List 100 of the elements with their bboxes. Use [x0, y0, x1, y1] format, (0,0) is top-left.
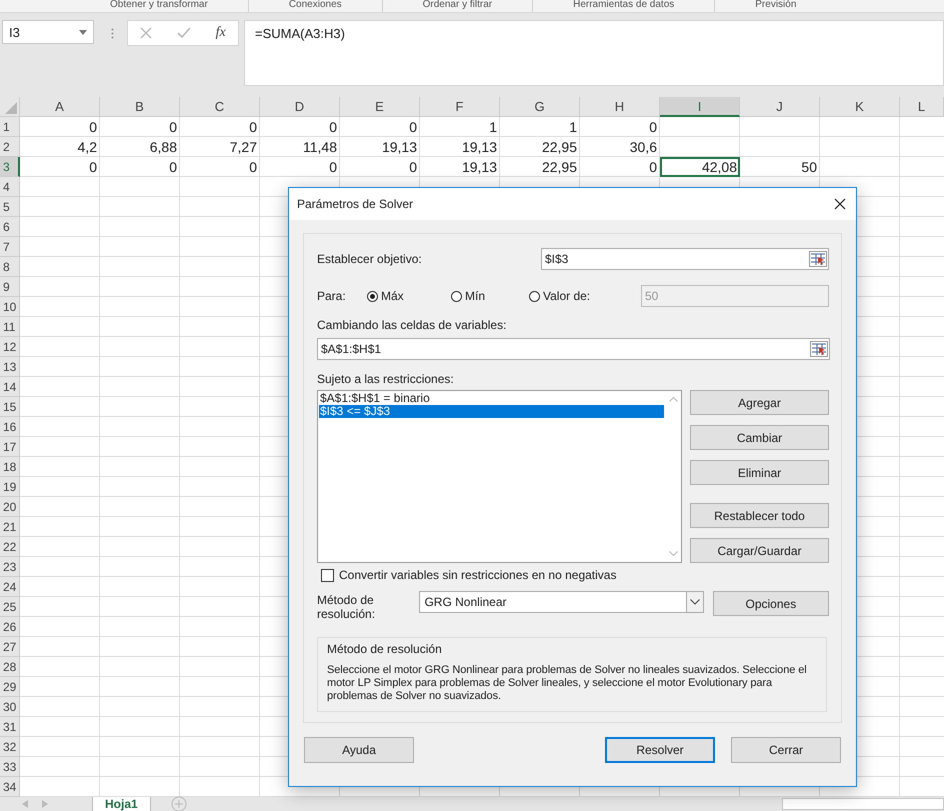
row-header[interactable]: 12 — [0, 337, 20, 357]
row-header[interactable]: 10 — [0, 297, 20, 317]
add-sheet-icon[interactable] — [170, 796, 187, 811]
field-label: Cambiando las celdas de variables: — [317, 318, 508, 332]
objective-field[interactable]: $I$3 — [541, 248, 829, 270]
row-header[interactable]: 15 — [0, 397, 20, 417]
range-select-icon[interactable] — [810, 341, 828, 357]
row-header[interactable]: 32 — [0, 737, 20, 757]
table-cell-text: 0 — [248, 158, 258, 177]
dialog-title: Parámetros de Solver — [297, 197, 414, 211]
row-header[interactable]: 26 — [0, 617, 20, 637]
dialog-button[interactable]: Cargar/Guardar — [690, 538, 829, 563]
row-header[interactable]: 24 — [0, 577, 20, 597]
table-cell-text: 19,13 — [380, 138, 418, 157]
table-cell-text: 22,95 — [540, 138, 578, 157]
dialog-button[interactable]: Cerrar — [731, 737, 841, 763]
column-header[interactable]: C — [180, 97, 260, 117]
column-header[interactable]: D — [260, 97, 340, 117]
check-icon[interactable] — [176, 27, 191, 39]
table-cell-text: 0 — [168, 158, 178, 177]
row-header[interactable]: 28 — [0, 657, 20, 677]
table-cell-text: 1 — [568, 118, 578, 137]
dialog-button[interactable]: Eliminar — [690, 460, 829, 485]
row-header[interactable]: 29 — [0, 677, 20, 697]
dialog-button[interactable]: Restablecer todo — [690, 503, 829, 528]
chevron-down-icon — [690, 599, 700, 605]
row-header[interactable]: 22 — [0, 537, 20, 557]
row-header[interactable]: 11 — [0, 317, 20, 337]
dialog-button[interactable]: Ayuda — [304, 737, 414, 763]
radio-option[interactable]: Máx — [367, 289, 451, 303]
table-cell-text: 0 — [88, 158, 98, 177]
ribbon-group-label: Ordenar y filtrar — [382, 0, 532, 12]
more-icon[interactable] — [111, 28, 114, 39]
row-header[interactable]: 9 — [0, 277, 20, 297]
row-header[interactable]: 2 — [0, 137, 20, 157]
insert-function-button[interactable]: fx — [216, 25, 226, 41]
row-header[interactable]: 8 — [0, 257, 20, 277]
row-header[interactable]: 21 — [0, 517, 20, 537]
constraint-item[interactable]: $A$1:$H$1 = binario — [319, 392, 664, 405]
table-cell-text: 50 — [800, 158, 818, 177]
column-header[interactable]: K — [820, 97, 900, 117]
row-header[interactable]: 6 — [0, 217, 20, 237]
radio-option[interactable]: Valor de: — [529, 289, 641, 303]
options-button[interactable]: Opciones — [712, 591, 829, 616]
column-header[interactable]: I — [660, 97, 740, 117]
column-header[interactable]: L — [900, 97, 944, 117]
name-box[interactable]: I3 — [2, 20, 94, 44]
row-header[interactable]: 33 — [0, 757, 20, 777]
row-header[interactable]: 1 — [0, 117, 20, 137]
checkbox-option[interactable]: Convertir variables sin restricciones en no negativas — [321, 568, 829, 582]
dialog-button[interactable]: Cambiar — [690, 425, 829, 450]
ribbon-group-label: Herramientas de datos — [532, 0, 714, 12]
row-header[interactable]: 5 — [0, 197, 20, 217]
table-cell-text: 30,6 — [628, 138, 658, 157]
radio-option[interactable]: Mín — [451, 289, 529, 303]
next-sheet-icon[interactable] — [42, 800, 48, 808]
table-cell-text: 0 — [408, 158, 418, 177]
cancel-icon[interactable] — [140, 27, 152, 39]
row-header[interactable]: 31 — [0, 717, 20, 737]
field-label: Establecer objetivo: — [317, 252, 422, 266]
row-header[interactable]: 20 — [0, 497, 20, 517]
method-dropdown[interactable]: GRG Nonlinear — [419, 591, 704, 613]
column-header[interactable]: H — [580, 97, 660, 117]
previous-sheet-icon[interactable] — [22, 800, 28, 808]
row-header[interactable]: 34 — [0, 777, 20, 797]
column-header[interactable]: J — [740, 97, 820, 117]
scroll-down-icon[interactable] — [668, 551, 678, 557]
dialog-button[interactable]: Resolver — [605, 737, 715, 763]
close-icon[interactable] — [834, 198, 846, 210]
horizontal-scrollbar[interactable] — [782, 798, 944, 810]
row-header[interactable]: 30 — [0, 697, 20, 717]
formula-field[interactable]: =SUMA(A3:H3) — [244, 20, 944, 86]
column-header[interactable]: G — [500, 97, 580, 117]
table-cell-text: 0 — [408, 118, 418, 137]
table-cell-text: 0 — [248, 118, 258, 137]
column-header[interactable]: B — [100, 97, 180, 117]
constraint-item[interactable]: $I$3 <= $J$3 — [319, 405, 664, 418]
row-header[interactable]: 7 — [0, 237, 20, 257]
range-select-icon[interactable] — [809, 251, 827, 267]
sheet-tab[interactable]: Hoja1 — [92, 797, 151, 811]
ribbon-group-label: Obtener y transformar — [109, 0, 209, 12]
row-header[interactable]: 23 — [0, 557, 20, 577]
row-header[interactable]: 18 — [0, 457, 20, 477]
column-header[interactable]: A — [20, 97, 100, 117]
row-header[interactable]: 13 — [0, 357, 20, 377]
row-header[interactable]: 19 — [0, 477, 20, 497]
scroll-up-icon[interactable] — [668, 396, 678, 402]
row-header[interactable]: 17 — [0, 437, 20, 457]
column-header[interactable]: E — [340, 97, 420, 117]
row-header[interactable]: 27 — [0, 637, 20, 657]
dialog-button[interactable]: Agregar — [690, 390, 829, 415]
table-cell-text: 0 — [648, 118, 658, 137]
select-all-icon[interactable] — [5, 102, 17, 114]
row-header[interactable]: 25 — [0, 597, 20, 617]
row-header[interactable]: 3 — [0, 157, 20, 177]
column-header[interactable]: F — [420, 97, 500, 117]
row-header[interactable]: 16 — [0, 417, 20, 437]
row-header[interactable]: 4 — [0, 177, 20, 197]
row-header[interactable]: 14 — [0, 377, 20, 397]
variable-cells-field[interactable]: $A$1:$H$1 — [317, 338, 830, 360]
